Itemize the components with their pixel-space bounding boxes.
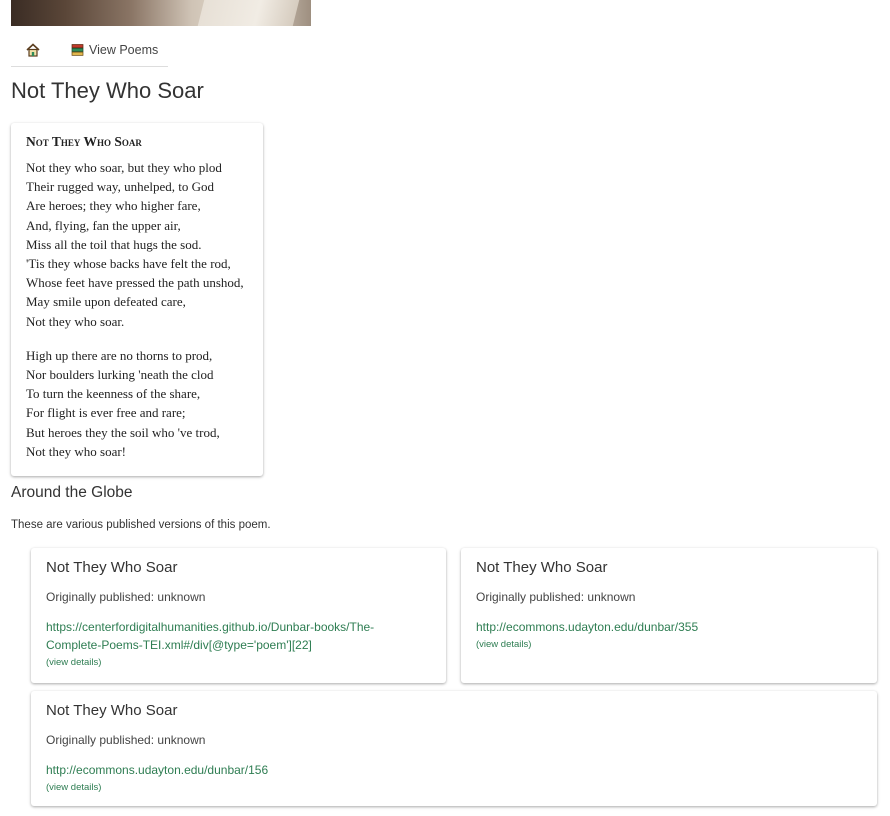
- poem-line: For flight is ever free and rare;: [26, 405, 186, 421]
- poem-title: Not They Who Soar: [26, 134, 142, 149]
- version-link-line: https://centerfordigitalhumanities.githu…: [46, 620, 375, 634]
- poem-line: Their rugged way, unhelped, to God: [26, 179, 214, 195]
- poem-line: 'Tis they whose backs have felt the rod,: [26, 256, 231, 272]
- poem-stanza-1: Not they who soar, but they who plod The…: [26, 158, 248, 331]
- view-details-link[interactable]: (view details): [476, 639, 862, 650]
- view-details-link[interactable]: (view details): [46, 782, 862, 793]
- poem-line: Nor boulders lurking 'neath the clod: [26, 367, 214, 383]
- version-link-line: Complete-Poems-TEI.xml#/div[@type='poem'…: [46, 638, 312, 652]
- poem-card: Not They Who Soar Not they who soar, but…: [11, 123, 263, 476]
- poem-line: Miss all the toil that hugs the sod.: [26, 236, 202, 252]
- version-title: Not They Who Soar: [476, 559, 608, 576]
- poem-line: High up there are no thorns to prod,: [26, 347, 213, 363]
- poem-line: And, flying, fan the upper air,: [26, 217, 181, 233]
- section-description: These are various published versions of …: [11, 519, 271, 531]
- version-source-link[interactable]: https://centerfordigitalhumanities.githu…: [46, 618, 431, 654]
- home-link[interactable]: [11, 34, 55, 66]
- home-icon: [26, 43, 40, 57]
- books-icon: [71, 44, 84, 56]
- poem-line: May smile upon defeated care,: [26, 294, 186, 310]
- version-card: Not They Who Soar Originally published: …: [31, 691, 877, 806]
- view-details-link[interactable]: (view details): [46, 657, 431, 668]
- poem-line: Not they who soar.: [26, 313, 125, 329]
- version-source-link[interactable]: http://ecommons.udayton.edu/dunbar/156: [46, 761, 862, 779]
- poem-line: But heroes they the soil who 've trod,: [26, 424, 220, 440]
- version-card: Not They Who Soar Originally published: …: [31, 548, 446, 683]
- version-card: Not They Who Soar Originally published: …: [461, 548, 877, 683]
- view-poems-label: View Poems: [89, 43, 159, 57]
- section-title: Around the Globe: [11, 484, 133, 501]
- version-source-link[interactable]: http://ecommons.udayton.edu/dunbar/355: [476, 618, 862, 636]
- poem-stanza-2: High up there are no thorns to prod, Nor…: [26, 346, 248, 461]
- poem-line: Not they who soar!: [26, 443, 127, 459]
- page-title: Not They Who Soar: [11, 78, 204, 103]
- version-title: Not They Who Soar: [46, 559, 178, 576]
- version-title: Not They Who Soar: [46, 702, 178, 719]
- header-banner-image: [11, 0, 311, 26]
- poem-line: Not they who soar, but they who plod: [26, 160, 222, 175]
- version-published: Originally published: unknown: [476, 590, 636, 604]
- version-published: Originally published: unknown: [46, 733, 206, 747]
- nav-tabs: View Poems: [11, 34, 168, 67]
- poem-line: To turn the keenness of the share,: [26, 386, 201, 402]
- view-poems-link[interactable]: View Poems: [55, 43, 158, 57]
- version-link-line: http://ecommons.udayton.edu/dunbar/355: [476, 620, 699, 634]
- version-published: Originally published: unknown: [46, 590, 206, 604]
- banner-paper: [197, 0, 300, 26]
- version-link-line: http://ecommons.udayton.edu/dunbar/156: [46, 763, 269, 777]
- poem-line: Are heroes; they who higher fare,: [26, 198, 201, 214]
- poem-line: Whose feet have pressed the path unshod,: [26, 275, 244, 291]
